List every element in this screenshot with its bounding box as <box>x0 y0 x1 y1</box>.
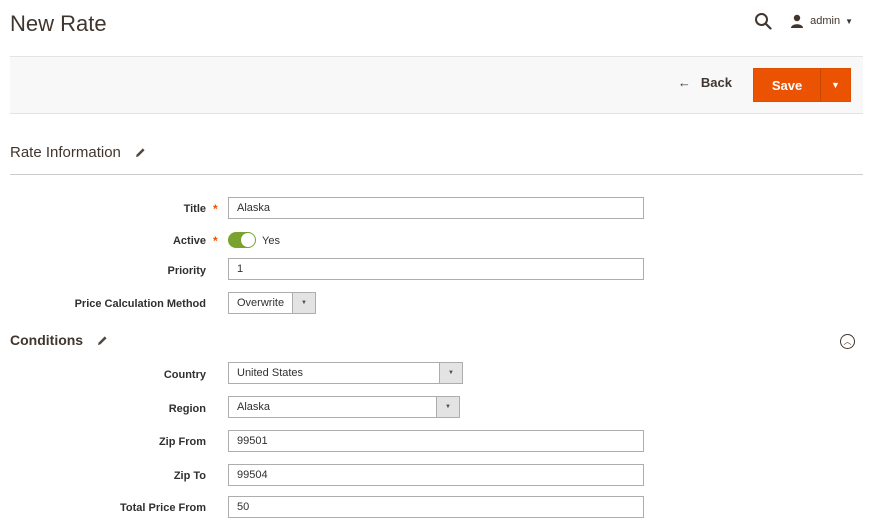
toggle-knob <box>241 233 255 247</box>
search-icon[interactable] <box>754 12 772 30</box>
required-asterisk: * <box>213 234 218 248</box>
section-title-label: Conditions <box>10 332 84 348</box>
page-title: New Rate <box>10 11 107 36</box>
chevron-up-icon: ︿ <box>843 337 852 346</box>
active-label: Active <box>172 235 206 247</box>
admin-user-label: admin <box>810 15 841 27</box>
rate-information-title: Rate Information <box>10 144 146 161</box>
priority-input[interactable] <box>228 258 644 280</box>
title-label: Title <box>183 203 206 215</box>
select-value: Alaska <box>237 401 271 413</box>
pencil-icon[interactable] <box>135 147 146 158</box>
chevron-down-icon: ▼ <box>845 16 853 26</box>
zip-from-input[interactable] <box>228 430 644 452</box>
active-toggle[interactable] <box>228 232 256 248</box>
chevron-down-icon: ▼ <box>831 80 840 90</box>
save-button[interactable]: Save <box>754 69 820 101</box>
zip-to-label: Zip To <box>173 470 206 482</box>
zip-to-input[interactable] <box>228 464 644 486</box>
header-actions: admin ▼ <box>754 12 853 30</box>
save-split-button: Save ▼ <box>753 68 851 102</box>
back-button-label: Back <box>700 75 732 90</box>
pencil-icon[interactable] <box>97 335 108 346</box>
country-select[interactable]: United States ▼ <box>228 362 463 384</box>
collapse-section-button[interactable]: ︿ <box>840 334 855 349</box>
user-icon <box>791 14 804 28</box>
active-toggle-text: Yes <box>262 235 280 247</box>
price-calculation-method-select[interactable]: Overwrite ▼ <box>228 292 316 314</box>
back-button[interactable]: ← Back <box>678 75 732 90</box>
region-select[interactable]: Alaska ▼ <box>228 396 460 418</box>
arrow-left-icon: ← <box>677 75 691 90</box>
select-arrow-icon: ▼ <box>436 397 459 417</box>
select-value: United States <box>237 367 304 379</box>
zip-from-label: Zip From <box>158 436 206 448</box>
select-arrow-icon: ▼ <box>292 293 315 313</box>
select-value: Overwrite <box>237 297 285 309</box>
required-asterisk: * <box>213 202 218 216</box>
page-actions-bar: ← Back Save ▼ <box>10 56 863 114</box>
save-options-toggle[interactable]: ▼ <box>820 69 850 101</box>
title-input[interactable] <box>228 197 644 219</box>
select-arrow-icon: ▼ <box>439 363 462 383</box>
total-price-from-label: Total Price From <box>120 502 206 514</box>
priority-label: Priority <box>167 265 206 277</box>
section-title-label: Rate Information <box>10 144 121 161</box>
section-divider <box>10 174 863 175</box>
total-price-from-input[interactable] <box>228 496 644 518</box>
country-label: Country <box>163 369 206 381</box>
region-label: Region <box>168 403 206 415</box>
conditions-title: Conditions <box>10 332 108 348</box>
admin-user-menu[interactable]: admin ▼ <box>790 14 853 28</box>
price-calculation-method-label: Price Calculation Method <box>74 298 206 310</box>
